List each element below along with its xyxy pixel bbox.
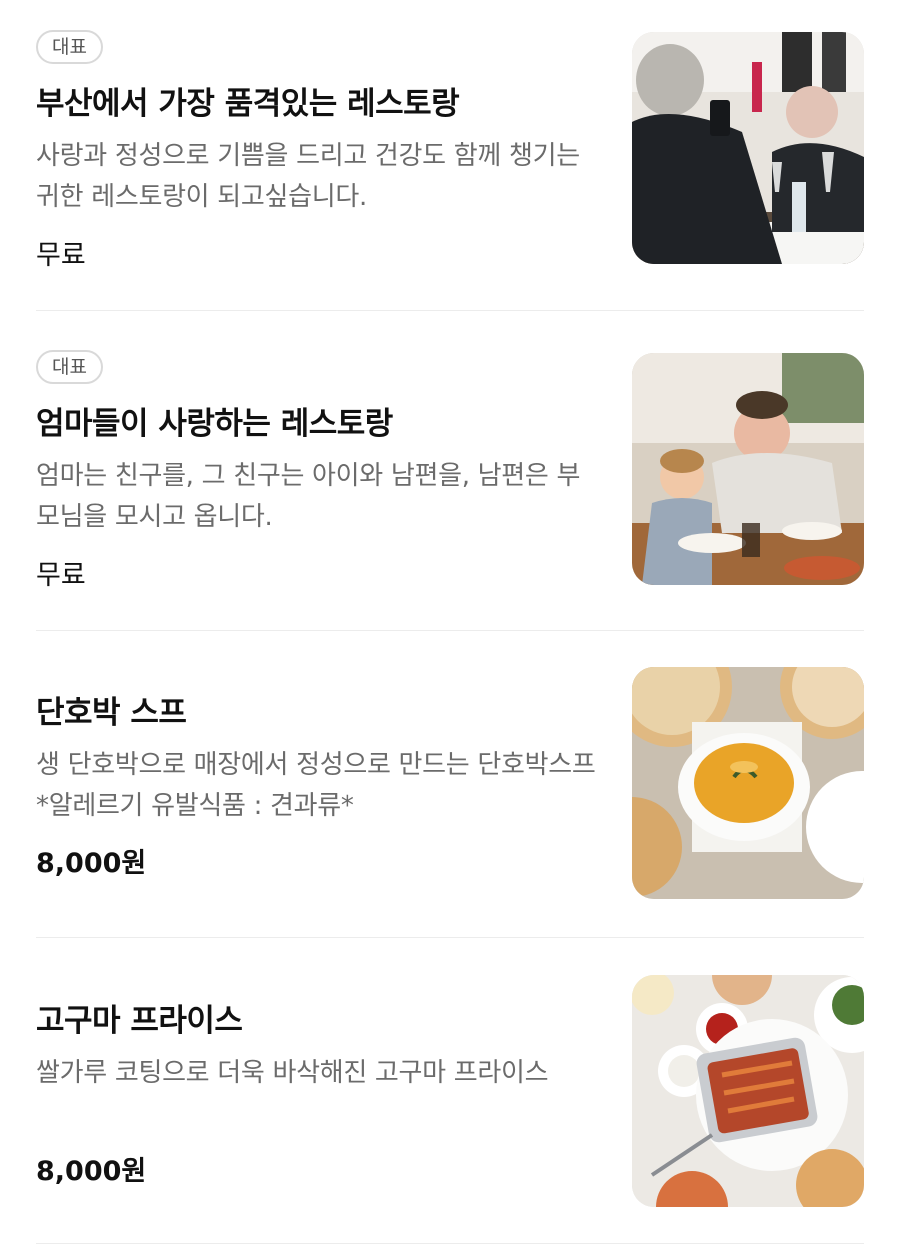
- family-dining-photo[interactable]: [632, 353, 864, 585]
- menu-item-price: 8,000원: [36, 1156, 147, 1187]
- menu-item[interactable]: 대표 엄마들이 사랑하는 레스토랑 엄마는 친구를, 그 친구는 아이와 남편을…: [36, 350, 864, 600]
- menu-list: 대표 부산에서 가장 품격있는 레스토랑 사랑과 정성으로 기쁨을 드리고 건강…: [0, 0, 900, 1244]
- signature-badge: 대표: [36, 30, 103, 64]
- menu-item-description: 생 단호박으로 매장에서 정성으로 만드는 단호박스프 *알레르기 유발식품 :…: [36, 750, 596, 821]
- pumpkin-soup-photo[interactable]: [632, 667, 864, 899]
- divider: [36, 310, 864, 311]
- menu-item-description: 쌀가루 코팅으로 더욱 바삭해진 고구마 프라이스: [36, 1058, 549, 1088]
- divider: [36, 630, 864, 631]
- menu-item[interactable]: 대표 부산에서 가장 품격있는 레스토랑 사랑과 정성으로 기쁨을 드리고 건강…: [36, 30, 864, 280]
- signature-badge: 대표: [36, 350, 103, 384]
- sweet-potato-fries-photo[interactable]: [632, 975, 864, 1207]
- menu-item-title: 단호박 스프: [36, 695, 187, 731]
- menu-item[interactable]: 고구마 프라이스 쌀가루 코팅으로 더욱 바삭해진 고구마 프라이스 8,000…: [36, 973, 864, 1223]
- menu-item-title: 고구마 프라이스: [36, 1003, 243, 1039]
- menu-item-title: 엄마들이 사랑하는 레스토랑: [36, 406, 393, 442]
- menu-item-price: 무료: [36, 560, 86, 591]
- menu-item-description: 사랑과 정성으로 기쁨을 드리고 건강도 함께 챙기는 귀한 레스토랑이 되고싶…: [36, 141, 580, 212]
- menu-item-title: 부산에서 가장 품격있는 레스토랑: [36, 86, 460, 122]
- menu-item[interactable]: 단호박 스프 생 단호박으로 매장에서 정성으로 만드는 단호박스프 *알레르기…: [36, 665, 864, 915]
- menu-item-price: 8,000원: [36, 848, 147, 879]
- menu-item-description: 엄마는 친구를, 그 친구는 아이와 남편을, 남편은 부모님을 모시고 옵니다…: [36, 461, 581, 532]
- menu-item-price: 무료: [36, 240, 86, 271]
- restaurant-diners-photo[interactable]: [632, 32, 864, 264]
- divider: [36, 937, 864, 938]
